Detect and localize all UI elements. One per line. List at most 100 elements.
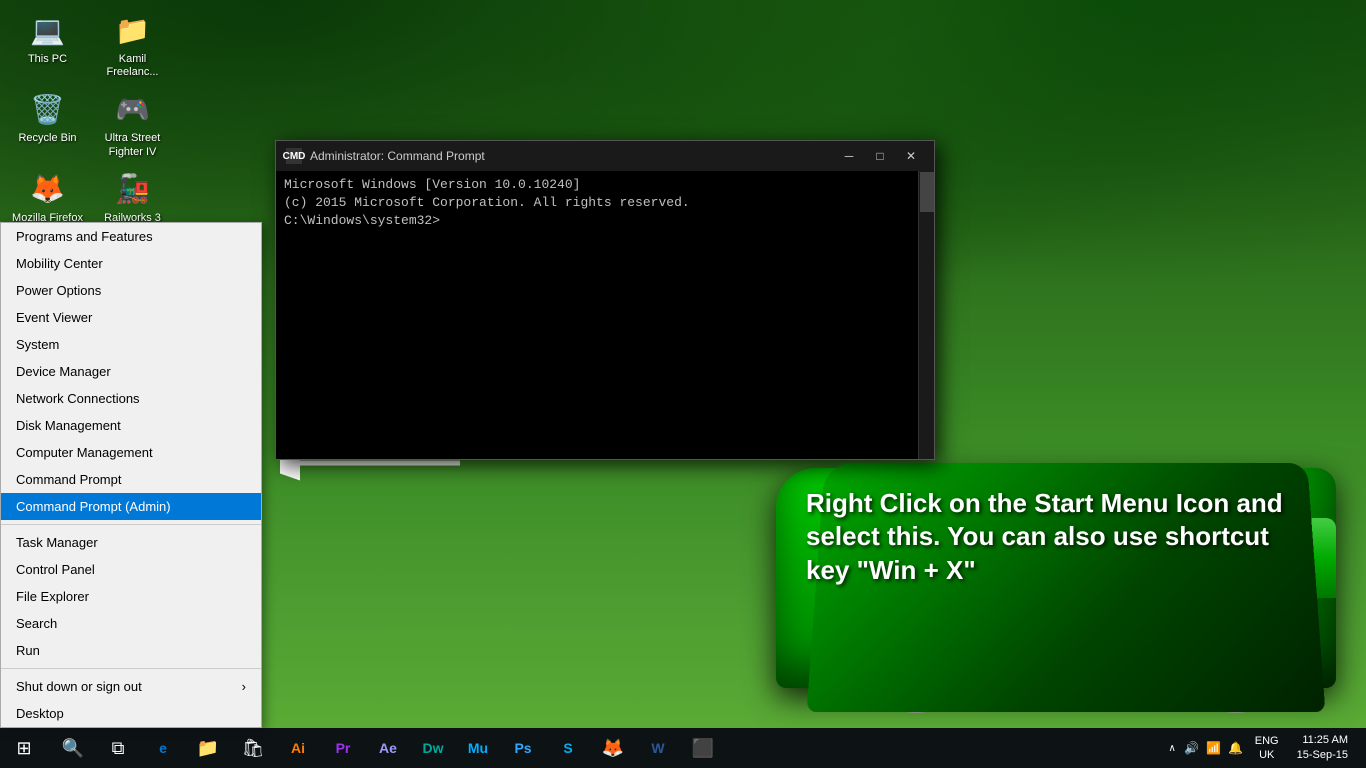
- desktop-icon-kamil[interactable]: 📁 Kamil Freelanc...: [95, 10, 170, 79]
- desktop-icon-ultra-street[interactable]: 🎮 Ultra Street Fighter IV: [95, 89, 170, 158]
- desktop-icon-recycle-bin[interactable]: 🗑️ Recycle Bin: [10, 89, 85, 158]
- taskbar-right: ∧ 🔊 📶 🔔 ENGUK 11:25 AM 15-Sep-15: [1155, 733, 1366, 764]
- menu-item-label-command-prompt-admin: Command Prompt (Admin): [16, 499, 171, 514]
- taskbar-icon-word[interactable]: W: [638, 728, 678, 768]
- taskbar-icon-symbol-edge: e: [159, 740, 167, 756]
- menu-item-run[interactable]: Run: [1, 637, 261, 664]
- cmd-minimize-button[interactable]: ─: [836, 146, 862, 166]
- taskbar-icon-search[interactable]: 🔍: [53, 728, 93, 768]
- clock[interactable]: 11:25 AM 15-Sep-15: [1289, 733, 1356, 764]
- cmd-scrollbar-thumb[interactable]: [920, 172, 934, 212]
- tray-speaker-icon[interactable]: 🔊: [1183, 739, 1201, 757]
- menu-item-shut-down[interactable]: Shut down or sign out ›: [1, 673, 261, 700]
- menu-item-label-programs-features: Programs and Features: [16, 229, 153, 244]
- menu-item-command-prompt[interactable]: Command Prompt: [1, 466, 261, 493]
- cmd-close-button[interactable]: ✕: [898, 146, 924, 166]
- menu-item-desktop[interactable]: Desktop: [1, 700, 261, 727]
- menu-item-label-mobility-center: Mobility Center: [16, 256, 103, 271]
- recycle-bin-label: Recycle Bin: [18, 132, 76, 145]
- cmd-window: CMD Administrator: Command Prompt ─ □ ✕ …: [275, 140, 935, 460]
- firefox-icon: 🦊: [28, 169, 68, 209]
- background-car-wheel-left: [866, 613, 966, 713]
- desktop: 💻 This PC 📁 Kamil Freelanc... 🗑️ Recycle…: [0, 0, 1366, 768]
- menu-item-label-computer-management: Computer Management: [16, 445, 153, 460]
- cmd-titlebar-controls[interactable]: ─ □ ✕: [836, 146, 924, 166]
- menu-item-label-control-panel: Control Panel: [16, 562, 95, 577]
- taskbar-icon-firefox[interactable]: 🦊: [593, 728, 633, 768]
- lang-text: ENGUK: [1255, 734, 1279, 763]
- menu-item-search[interactable]: Search: [1, 610, 261, 637]
- menu-item-file-explorer[interactable]: File Explorer: [1, 583, 261, 610]
- cmd-maximize-button[interactable]: □: [867, 146, 893, 166]
- annotation-text: Right Click on the Start Menu Icon and s…: [806, 487, 1306, 588]
- menu-item-label-search: Search: [16, 616, 57, 631]
- taskbar-icon-symbol-task-view: ⧉: [112, 738, 125, 759]
- menu-item-event-viewer[interactable]: Event Viewer: [1, 304, 261, 331]
- cmd-window-icon: CMD: [286, 148, 302, 164]
- desktop-icon-this-pc[interactable]: 💻 This PC: [10, 10, 85, 79]
- menu-item-label-power-options: Power Options: [16, 283, 101, 298]
- taskbar-icon-store[interactable]: 🛍: [233, 728, 273, 768]
- recycle-bin-icon: 🗑️: [28, 89, 68, 129]
- menu-item-label-file-explorer: File Explorer: [16, 589, 89, 604]
- taskbar-icon-skype[interactable]: S: [548, 728, 588, 768]
- taskbar-icon-illustrator[interactable]: Ai: [278, 728, 318, 768]
- cmd-scrollbar[interactable]: [918, 171, 934, 459]
- menu-item-label-shut-down: Shut down or sign out: [16, 679, 142, 694]
- menu-item-label-task-manager: Task Manager: [16, 535, 98, 550]
- taskbar-icon-cmd-active[interactable]: ⬛: [683, 728, 723, 768]
- menu-item-label-device-manager: Device Manager: [16, 364, 111, 379]
- menu-item-mobility-center[interactable]: Mobility Center: [1, 250, 261, 277]
- this-pc-label: This PC: [28, 53, 67, 66]
- taskbar-icon-photoshop[interactable]: Ps: [503, 728, 543, 768]
- language-indicator[interactable]: ENGUK: [1250, 734, 1284, 763]
- taskbar-icon-symbol-word: W: [651, 740, 664, 756]
- menu-item-device-manager[interactable]: Device Manager: [1, 358, 261, 385]
- menu-item-task-manager[interactable]: Task Manager: [1, 529, 261, 556]
- ultra-street-label: Ultra Street Fighter IV: [95, 132, 170, 158]
- taskbar-icon-edge[interactable]: e: [143, 728, 183, 768]
- taskbar-icon-dreamweaver[interactable]: Dw: [413, 728, 453, 768]
- taskbar-icon-premiere[interactable]: Pr: [323, 728, 363, 768]
- start-button[interactable]: ⊞: [0, 728, 48, 768]
- menu-item-programs-features[interactable]: Programs and Features: [1, 223, 261, 250]
- taskbar-icon-symbol-firefox: 🦊: [602, 738, 624, 759]
- menu-item-label-desktop: Desktop: [16, 706, 64, 721]
- cmd-line-1: Microsoft Windows [Version 10.0.10240]: [284, 176, 926, 194]
- cmd-titlebar: CMD Administrator: Command Prompt ─ □ ✕: [276, 141, 934, 171]
- cmd-titlebar-left: CMD Administrator: Command Prompt: [286, 148, 485, 164]
- menu-item-computer-management[interactable]: Computer Management: [1, 439, 261, 466]
- menu-separator-separator2: [1, 668, 261, 669]
- taskbar-icon-muse[interactable]: Mu: [458, 728, 498, 768]
- tray-expand[interactable]: ∧: [1165, 743, 1178, 754]
- menu-item-network-connections[interactable]: Network Connections: [1, 385, 261, 412]
- menu-item-label-network-connections: Network Connections: [16, 391, 140, 406]
- ultra-street-icon: 🎮: [113, 89, 153, 129]
- taskbar-icon-symbol-muse: Mu: [468, 740, 488, 756]
- taskbar-icon-task-view[interactable]: ⧉: [98, 728, 138, 768]
- taskbar-icon-symbol-store: 🛍: [242, 738, 265, 759]
- menu-item-disk-management[interactable]: Disk Management: [1, 412, 261, 439]
- menu-item-label-command-prompt: Command Prompt: [16, 472, 121, 487]
- tray-network-icon[interactable]: 📶: [1205, 739, 1223, 757]
- taskbar: ⊞ 🔍 ⧉ e 📁 🛍 Ai PrAe Dw Mu Ps S 🦊 W ⬛ ∧ 🔊 📶 🔔 ENGUK 11…: [0, 728, 1366, 768]
- cmd-line-2: (c) 2015 Microsoft Corporation. All righ…: [284, 194, 926, 212]
- context-menu: Programs and Features Mobility Center Powe…: [0, 222, 262, 728]
- taskbar-icon-symbol-dreamweaver: Dw: [423, 740, 444, 756]
- taskbar-icon-symbol-illustrator: Ai: [291, 740, 305, 756]
- taskbar-icon-symbol-search: 🔍: [62, 738, 84, 759]
- taskbar-icon-symbol-skype: S: [563, 740, 572, 756]
- taskbar-icon-after-effects[interactable]: Ae: [368, 728, 408, 768]
- kamil-icon: 📁: [113, 10, 153, 50]
- cmd-line-4: C:\Windows\system32>: [284, 212, 926, 230]
- menu-item-command-prompt-admin[interactable]: Command Prompt (Admin): [1, 493, 261, 520]
- tray-notification-icon[interactable]: 🔔: [1227, 739, 1245, 757]
- taskbar-icon-symbol-cmd-active: ⬛: [692, 738, 714, 759]
- menu-item-arrow-shut-down: ›: [242, 679, 246, 694]
- menu-item-system[interactable]: System: [1, 331, 261, 358]
- menu-item-control-panel[interactable]: Control Panel: [1, 556, 261, 583]
- taskbar-icon-explorer[interactable]: 📁: [188, 728, 228, 768]
- menu-item-power-options[interactable]: Power Options: [1, 277, 261, 304]
- menu-item-label-disk-management: Disk Management: [16, 418, 121, 433]
- menu-separator-separator1: [1, 524, 261, 525]
